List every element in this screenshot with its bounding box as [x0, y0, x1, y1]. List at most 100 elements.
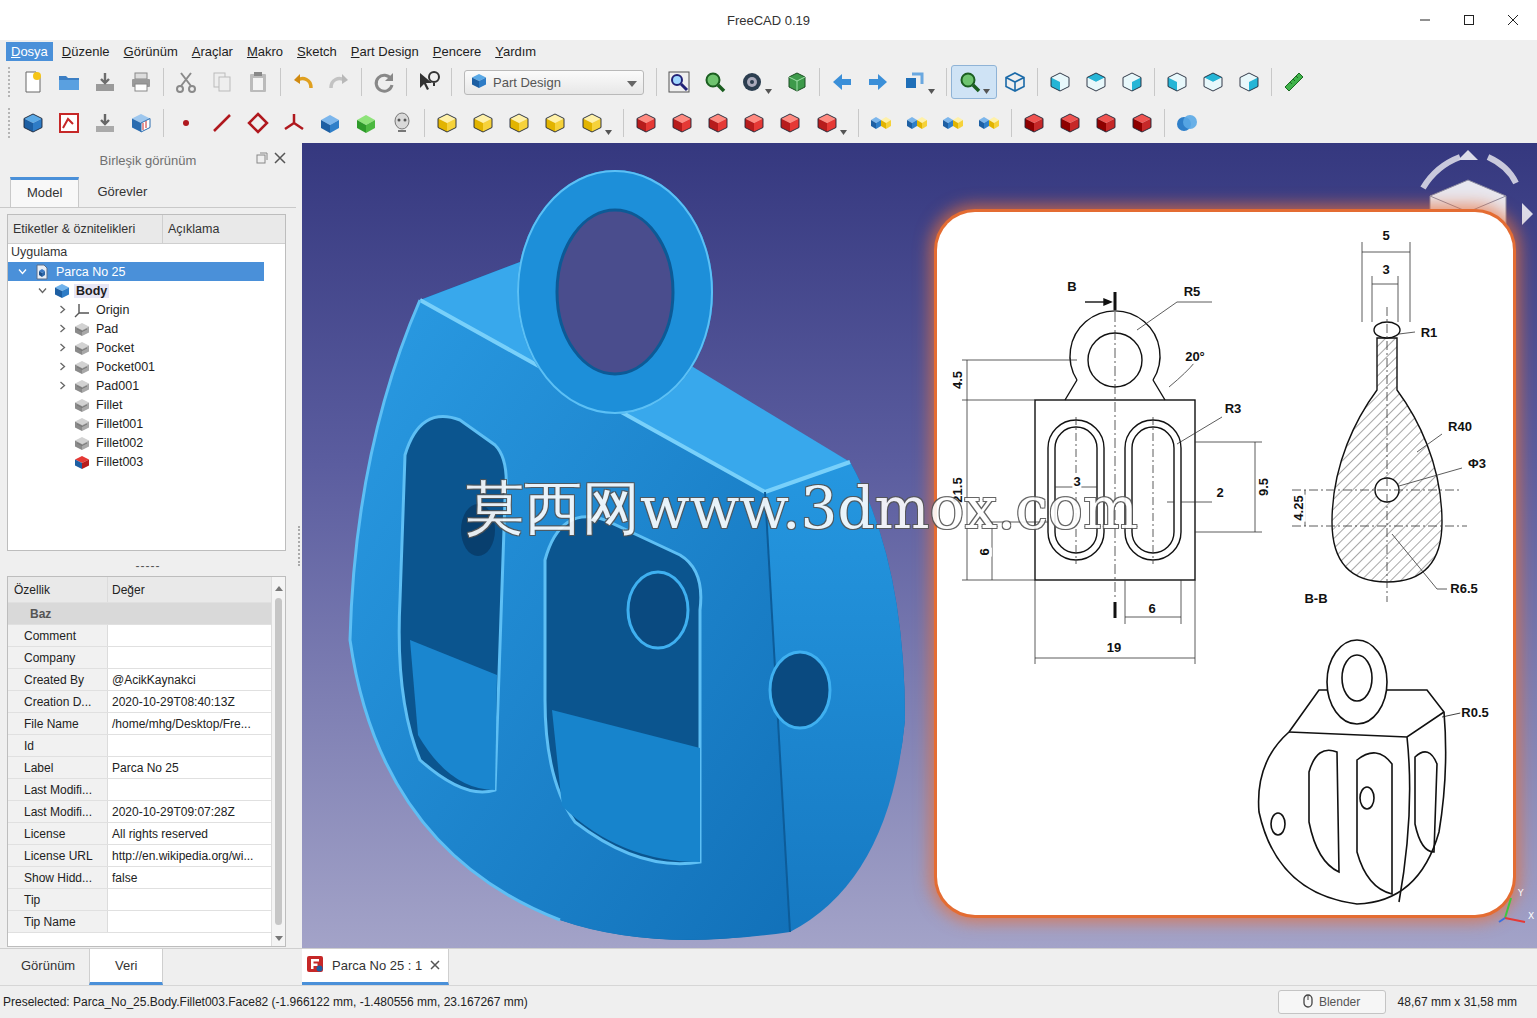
additive-pipe-icon[interactable]: [537, 106, 573, 140]
tree-item[interactable]: Fillet003: [8, 452, 264, 471]
linear-pattern-icon[interactable]: [899, 106, 935, 140]
property-row[interactable]: File Name/home/mhg/Desktop/Fre...: [8, 713, 271, 735]
revolution-icon[interactable]: [465, 106, 501, 140]
right-view-icon[interactable]: [1114, 65, 1150, 99]
open-icon[interactable]: [51, 65, 87, 99]
tree-item[interactable]: Pocket001: [8, 357, 264, 376]
datum-point-icon[interactable]: [168, 106, 204, 140]
navigation-style-button[interactable]: Blender: [1278, 990, 1386, 1014]
subtractive-primitive-icon[interactable]: [808, 106, 854, 140]
menu-item[interactable]: Araçlar: [187, 42, 238, 61]
tree-item[interactable]: Body: [8, 281, 264, 300]
tree-item[interactable]: Pad: [8, 319, 264, 338]
tree-item[interactable]: Fillet001: [8, 414, 264, 433]
multi-transform-icon[interactable]: [971, 106, 1007, 140]
property-view-tab[interactable]: Görünüm: [7, 949, 89, 985]
new-document-icon[interactable]: [15, 65, 51, 99]
property-row[interactable]: Show Hidd...false: [8, 867, 271, 889]
tree-item[interactable]: Origin: [8, 300, 264, 319]
undo-icon[interactable]: [285, 65, 321, 99]
property-row[interactable]: LicenseAll rights reserved: [8, 823, 271, 845]
close-tab-icon[interactable]: [430, 958, 440, 973]
menu-item[interactable]: Pencere: [428, 42, 486, 61]
property-view-tab[interactable]: Veri: [89, 949, 163, 985]
tree-item[interactable]: Parca No 25: [8, 262, 264, 281]
whats-this-icon[interactable]: [411, 65, 447, 99]
close-icon[interactable]: [1495, 7, 1531, 33]
save-icon[interactable]: [87, 65, 123, 99]
isometric-icon[interactable]: [997, 65, 1033, 99]
minimize-icon[interactable]: [1407, 7, 1443, 33]
property-row[interactable]: License URLhttp://en.wikipedia.org/wi...: [8, 845, 271, 867]
menu-item[interactable]: Yardım: [490, 42, 541, 61]
menu-item[interactable]: Sketch: [292, 42, 342, 61]
back-icon[interactable]: [824, 65, 860, 99]
refresh-icon[interactable]: [366, 65, 402, 99]
hole-icon[interactable]: [664, 106, 700, 140]
subtractive-loft-icon[interactable]: [736, 106, 772, 140]
expand-icon[interactable]: [58, 322, 67, 336]
tree-item[interactable]: Pad001: [8, 376, 264, 395]
scroll-down-icon[interactable]: [275, 929, 283, 944]
property-row[interactable]: Comment: [8, 625, 271, 647]
cut-icon[interactable]: [168, 65, 204, 99]
float-icon[interactable]: [256, 152, 268, 167]
menu-item[interactable]: Dosya: [6, 42, 53, 61]
print-icon[interactable]: [123, 65, 159, 99]
shape-binder-icon[interactable]: [123, 106, 159, 140]
expand-icon[interactable]: [58, 341, 67, 355]
mirrored-icon[interactable]: [863, 106, 899, 140]
thickness-icon[interactable]: [1124, 106, 1160, 140]
close-panel-icon[interactable]: [274, 152, 286, 167]
scroll-up-icon[interactable]: [275, 579, 283, 594]
fillet-icon[interactable]: [1016, 106, 1052, 140]
link-view-icon[interactable]: [896, 65, 942, 99]
property-row[interactable]: Id: [8, 735, 271, 757]
expand-icon[interactable]: [58, 303, 67, 317]
rear-view-icon[interactable]: [1159, 65, 1195, 99]
additive-primitive-icon[interactable]: [573, 106, 619, 140]
menu-item[interactable]: Görünüm: [119, 42, 183, 61]
forward-icon[interactable]: [860, 65, 896, 99]
property-row[interactable]: LabelParca No 25: [8, 757, 271, 779]
document-tab[interactable]: Parca No 25 : 1: [302, 949, 449, 985]
tree-item[interactable]: Pocket: [8, 338, 264, 357]
chamfer-icon[interactable]: [1052, 106, 1088, 140]
expand-icon[interactable]: [58, 379, 67, 393]
front-view-icon[interactable]: [1042, 65, 1078, 99]
workbench-selector[interactable]: Part Design: [464, 70, 644, 95]
property-row[interactable]: Created By@AcikKaynakci: [8, 669, 271, 691]
tree-item[interactable]: Fillet002: [8, 433, 264, 452]
panel-tab[interactable]: Görevler: [81, 177, 163, 207]
sub-object-icon[interactable]: [348, 106, 384, 140]
fit-selection-icon[interactable]: [697, 65, 733, 99]
redo-icon[interactable]: [321, 65, 357, 99]
measure-icon[interactable]: [1276, 65, 1312, 99]
validate-sketch-icon[interactable]: [87, 106, 123, 140]
zoom-tool-icon[interactable]: [951, 65, 997, 99]
local-coordinate-system-icon[interactable]: [276, 106, 312, 140]
panel-tab[interactable]: Model: [10, 177, 79, 207]
collapse-icon[interactable]: [18, 265, 27, 279]
bounding-box-icon[interactable]: [779, 65, 815, 99]
property-row[interactable]: Creation D...2020-10-29T08:40:13Z: [8, 691, 271, 713]
subtractive-pipe-icon[interactable]: [772, 106, 808, 140]
property-row[interactable]: Last Modifi...: [8, 779, 271, 801]
datum-line-icon[interactable]: [204, 106, 240, 140]
draft-icon[interactable]: [1088, 106, 1124, 140]
splitter[interactable]: -----: [0, 556, 296, 576]
clone-icon[interactable]: [384, 106, 420, 140]
datum-plane-icon[interactable]: [240, 106, 276, 140]
paste-icon[interactable]: [240, 65, 276, 99]
3d-view[interactable]: BR520°4.5R321.5329.5661953R1R40Φ34.25R6.…: [302, 143, 1537, 948]
scrollbar[interactable]: [271, 577, 285, 946]
additive-loft-icon[interactable]: [501, 106, 537, 140]
menu-item[interactable]: Düzenle: [57, 42, 115, 61]
menu-item[interactable]: Part Design: [346, 42, 424, 61]
maximize-icon[interactable]: [1451, 7, 1487, 33]
property-row[interactable]: Tip: [8, 889, 271, 911]
create-body-icon[interactable]: [15, 106, 51, 140]
property-row[interactable]: Company: [8, 647, 271, 669]
expand-icon[interactable]: [58, 360, 67, 374]
left-view-icon[interactable]: [1231, 65, 1267, 99]
